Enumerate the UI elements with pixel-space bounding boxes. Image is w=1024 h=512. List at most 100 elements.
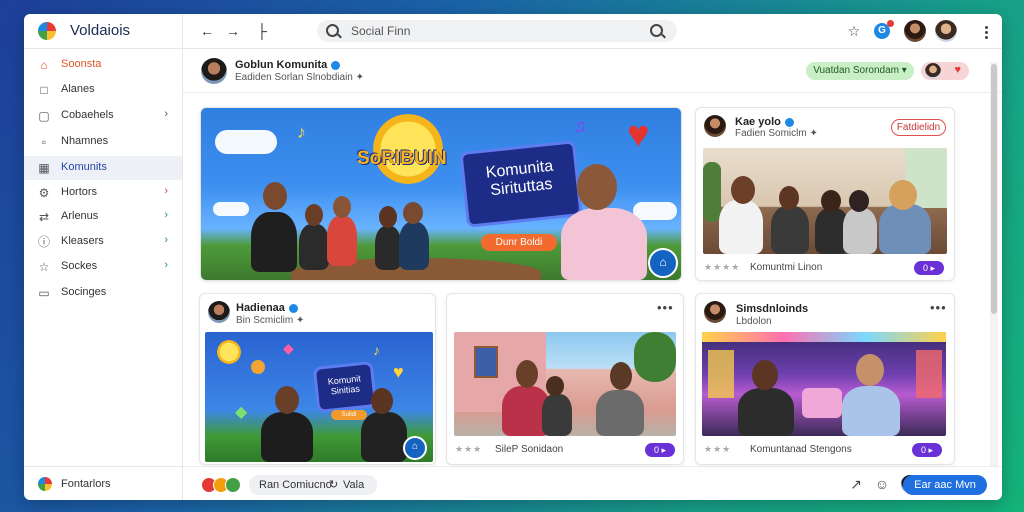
person-figure [375, 226, 401, 270]
count-pill[interactable]: 0 ▸ [914, 261, 944, 275]
count-pill[interactable]: 0 ▸ [645, 443, 675, 457]
search-input[interactable]: Social Finn [351, 24, 410, 38]
sidebar-item-label: Cobaehels [61, 109, 114, 121]
post-more-icon[interactable]: ••• [930, 300, 947, 315]
hero-card[interactable]: SoRIBUIN ♪ ♫ ♥ Komunita Sirituttas Dunr … [200, 107, 682, 281]
person-figure [542, 394, 572, 436]
favorite-avatar [925, 63, 941, 79]
hero-banner: SoRIBUIN ♪ ♫ ♥ Komunita Sirituttas Dunr … [201, 108, 681, 280]
user-avatar[interactable] [904, 20, 926, 42]
sidebar-item-hortors[interactable]: ⚙ Hortors › [24, 181, 182, 205]
sidebar-item-soonsta[interactable]: ⌂ Soonsta [24, 53, 182, 77]
sidebar-item-kleasers[interactable]: ⓘ Kleasers › [24, 230, 182, 254]
person-figure [251, 212, 297, 272]
music-note-icon: ♪ [297, 122, 306, 142]
share-icon[interactable]: ↗ [847, 475, 865, 493]
more-menu-icon[interactable] [985, 24, 989, 41]
hero-logo-text: SoRIBUIN [357, 148, 447, 169]
person-figure [719, 200, 763, 254]
post-card-bottom-middle[interactable]: ••• ★★★ SileP Sonidaon 0 ▸ [446, 293, 684, 465]
star-decoration-icon: ◆ [283, 340, 294, 356]
notification-badge-icon[interactable]: G [874, 20, 894, 39]
star-icon[interactable]: ☆ [845, 22, 863, 40]
post-card-top-right[interactable]: Kae yolo Fadien Somiclm ✦ Fatdielidn ★★★… [695, 107, 955, 281]
community-home-icon[interactable]: ⌂ [648, 248, 678, 278]
sidebar-item-label: Hortors [61, 186, 98, 198]
community-subtitle-text: Eadiden Sorlan Slnobdiain [235, 72, 353, 83]
post-author-name: Simsdnloinds [736, 303, 809, 315]
primary-action-button[interactable]: Ear aac Mvn [903, 475, 987, 495]
sidebar-item-sockes[interactable]: ☆ Sockes › [24, 255, 182, 279]
community-avatar[interactable] [201, 58, 227, 84]
post-author-name: Kae yolo [735, 116, 794, 128]
sidebar-item-label: Soonsta [61, 58, 102, 70]
post-author-avatar[interactable] [704, 301, 726, 323]
gear-icon: ⚙ [38, 186, 50, 200]
post-author-avatar[interactable] [208, 301, 230, 323]
community-name: Goblun Komunita [235, 59, 341, 71]
post-more-icon[interactable]: ••• [657, 300, 674, 315]
second-avatar[interactable] [935, 20, 957, 42]
count-pill[interactable]: 0 ▸ [912, 443, 942, 457]
person-head [275, 386, 299, 414]
sidebar-item-label: Kleasers [61, 235, 104, 247]
rating-stars-icon: ★★★ [455, 444, 483, 454]
comment-input-chip[interactable]: Ran Comiucno ↻ Vala [249, 475, 377, 495]
sidebar-item-cobaehels[interactable]: ▢ Cobaehels › [24, 104, 182, 128]
cloud-shape [633, 202, 677, 220]
sidebar-footer: Fontarlors [24, 466, 182, 500]
post-card-bottom-right[interactable]: Simsdnloinds Lbdolon ••• ★★★ Komuntanad … [695, 293, 955, 465]
bottom-bar: Ran Comiucno ↻ Vala ↗ ☺ Ear aac Mvn [183, 466, 1002, 500]
person-figure [596, 390, 644, 436]
person-figure [261, 412, 313, 462]
back-arrow-icon[interactable]: ← [198, 22, 216, 40]
favorite-pill[interactable]: ♥ [921, 62, 969, 80]
reaction-group[interactable] [201, 477, 245, 493]
person-figure [879, 204, 931, 254]
post-subtitle: Bin Scmiclim ✦ [236, 315, 304, 326]
post-card-bottom-left[interactable]: Hadienaa Bin Scmiclim ✦ ◆ ♪ ♥ ◆ Komunit … [199, 293, 436, 465]
sidebar-item-socinges[interactable]: ▭ Socinges [24, 281, 182, 305]
follow-button[interactable]: Fatdielidn [891, 119, 946, 136]
sidebar-item-alanes[interactable]: □ Alanes [24, 78, 182, 102]
search-bar[interactable]: Social Finn [317, 20, 677, 42]
person-head [779, 186, 799, 210]
verified-icon [331, 60, 341, 70]
forward-arrow-icon[interactable]: → [224, 22, 242, 40]
community-home-icon[interactable]: ⌂ [403, 436, 427, 460]
post-subtitle: Fadien Somiclm ✦ [735, 128, 818, 139]
search-icon [326, 24, 339, 37]
post-photo[interactable]: ◆ ♪ ♥ ◆ Komunit Sinitias Sulidi ⌂ [205, 332, 433, 462]
arcade-machine-shape [708, 350, 734, 398]
search-submit-icon[interactable] [650, 24, 663, 37]
sidebar-footer-label[interactable]: Fontarlors [61, 478, 111, 490]
app-title: Voldaiois [70, 22, 131, 39]
post-footer-text: Komuntmi Linon [750, 262, 823, 273]
sparkle-icon: ✦ [355, 72, 365, 83]
sidebar-item-komunits[interactable]: ▦ Komunits [24, 156, 182, 180]
person-head [577, 164, 617, 210]
post-author-avatar[interactable] [704, 115, 726, 137]
pin-icon[interactable]: ├ [253, 22, 271, 40]
comment-chip-label: Ran Comiucno [259, 479, 332, 491]
person-figure [843, 208, 877, 254]
person-figure [361, 412, 407, 462]
smiley-icon[interactable]: ☺ [873, 475, 891, 493]
community-sign: Komunita Sirituttas [459, 140, 583, 228]
post-photo[interactable] [703, 148, 947, 254]
post-photo[interactable] [702, 332, 946, 436]
sidebar-item-label: Arlenus [61, 210, 99, 222]
community-icon: ▦ [38, 161, 50, 175]
person-head [546, 376, 564, 396]
join-status-pill[interactable]: Vuatdan Sorondam ▾ [806, 62, 914, 80]
sidebar-item-nhamnes[interactable]: ▫ Nhamnes [24, 130, 182, 154]
message-icon: ▫ [41, 135, 47, 149]
post-photo[interactable] [454, 332, 676, 436]
home-icon: ⌂ [40, 58, 48, 72]
sidebar-item-arlenus[interactable]: ⇄ Arlenus › [24, 205, 182, 229]
sidebar-item-label: Socinges [61, 286, 107, 298]
scrollbar-thumb[interactable] [991, 64, 997, 314]
hero-cta-button[interactable]: Dunr Boldi [481, 234, 557, 251]
count-value: 0 [922, 263, 928, 273]
post-author-name-text: Hadienaa [236, 302, 285, 314]
